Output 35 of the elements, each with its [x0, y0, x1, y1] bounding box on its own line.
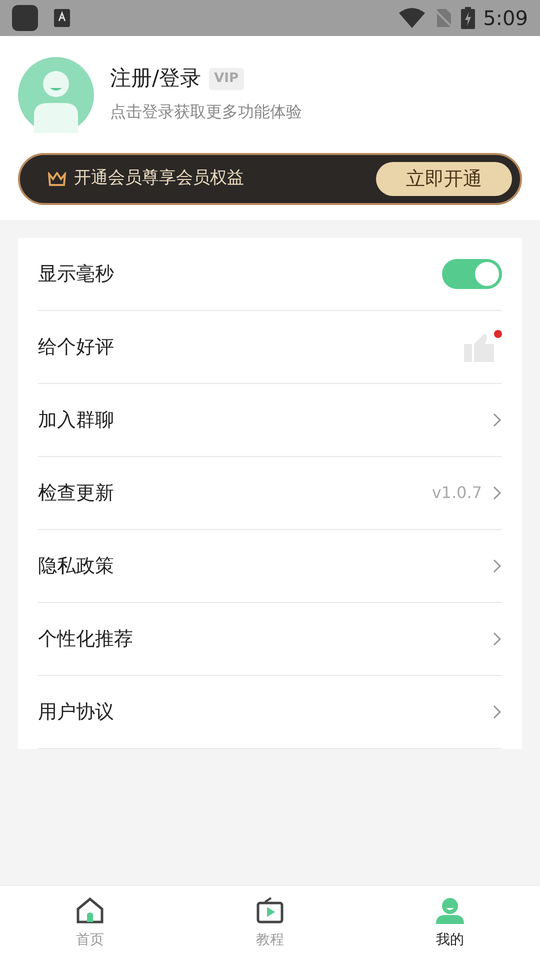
crown-icon — [48, 172, 66, 186]
chevron-icon — [492, 485, 502, 501]
setting-label: 用户协议 — [38, 700, 114, 725]
app-icon — [12, 5, 38, 31]
settings-row[interactable]: 检查更新 v1.0.7 — [38, 457, 502, 530]
battery-charging-icon — [461, 7, 476, 29]
keyboard-icon — [54, 9, 70, 27]
login-hint: 点击登录获取更多功能体验 — [110, 100, 302, 123]
profile-icon — [435, 896, 465, 926]
settings-row[interactable]: 隐私政策 — [38, 530, 502, 603]
toggle-switch[interactable] — [442, 259, 502, 289]
clock-time: 5:09 — [483, 5, 528, 32]
setting-label: 个性化推荐 — [38, 626, 133, 652]
chevron-icon — [492, 631, 502, 647]
setting-label: 给个好评 — [38, 334, 114, 360]
wifi-icon — [399, 8, 426, 28]
version-text: v1.0.7 — [432, 482, 482, 504]
setting-label: 加入群聊 — [38, 408, 114, 433]
vip-banner-text: 开通会员尊享会员权益 — [74, 167, 244, 190]
settings-row[interactable]: 加入群聊 — [38, 384, 502, 457]
settings-row[interactable]: 用户协议 — [38, 676, 502, 749]
setting-label: 检查更新 — [38, 480, 114, 506]
chevron-icon — [492, 558, 502, 574]
login-title[interactable]: 注册/登录 — [110, 66, 202, 92]
thumbs-up-icon[interactable] — [462, 330, 502, 364]
chevron-icon — [492, 412, 502, 428]
video-icon — [255, 896, 285, 926]
vip-tag: VIP — [209, 68, 244, 90]
chevron-icon — [492, 704, 502, 720]
nav-tab[interactable]: 我的 — [435, 896, 465, 950]
subscribe-button[interactable]: 立即开通 — [376, 162, 512, 196]
settings-row[interactable]: 个性化推荐 — [38, 603, 502, 676]
avatar-icon — [18, 57, 94, 133]
setting-label: 隐私政策 — [38, 554, 114, 579]
setting-label: 显示毫秒 — [38, 262, 114, 287]
